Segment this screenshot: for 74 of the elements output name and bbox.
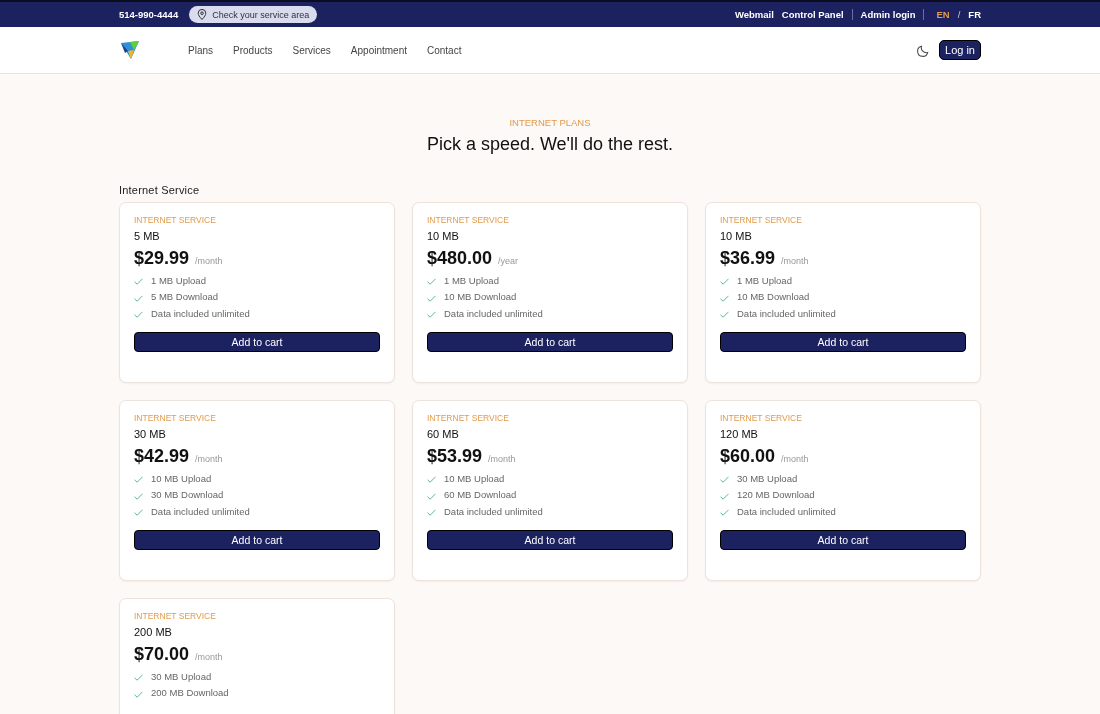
plan-name: 30 MB	[134, 428, 167, 440]
plan-price: $29.99	[134, 248, 190, 269]
plan-name: 120 MB	[720, 428, 759, 440]
price-period: /month	[488, 454, 516, 464]
add-to-cart-button[interactable]: Add to cart	[427, 529, 673, 550]
plan-name: 5 MB	[134, 230, 161, 242]
plan-feature: 30 MB Upload	[151, 670, 212, 682]
plan-category: INTERNET SERVICE	[720, 215, 803, 225]
plan-feature: 200 MB Download	[151, 687, 229, 698]
plan-feature: 10 MB Upload	[151, 472, 212, 484]
login-button[interactable]: Log in	[939, 40, 981, 60]
moon-icon[interactable]	[917, 43, 930, 57]
plan-feature: Data included unlimited	[444, 505, 543, 517]
price-period: /month	[781, 256, 809, 266]
plan-feature: Data included unlimited	[151, 307, 250, 319]
plan-feature: 1 MB Upload	[151, 274, 206, 286]
plan-category: INTERNET SERVICE	[134, 413, 217, 423]
language-separator: /	[957, 9, 961, 20]
top-link[interactable]: Webmail	[730, 9, 778, 20]
plan-feature: 10 MB Upload	[444, 472, 505, 484]
section-title: Internet Service	[119, 184, 201, 196]
price-period: /month	[781, 454, 809, 464]
phone-number: 514-990-4444	[119, 9, 179, 20]
plan-feature: Data included unlimited	[737, 505, 836, 517]
plan-price: $70.00	[134, 644, 190, 665]
plan-name: 10 MB	[427, 230, 460, 242]
nav-link[interactable]: Appointment	[350, 44, 407, 56]
price-period: /month	[195, 652, 223, 662]
plan-feature: 120 MB Download	[737, 489, 815, 500]
plan-name: 200 MB	[134, 626, 173, 638]
plan-feature: Data included unlimited	[151, 505, 250, 517]
price-period: /month	[195, 256, 223, 266]
plan-category: INTERNET SERVICE	[427, 215, 510, 225]
plan-feature: 10 MB Download	[444, 291, 517, 302]
language-link[interactable]: FR	[968, 9, 981, 20]
plan-feature: 10 MB Download	[737, 291, 810, 302]
plan-feature: 30 MB Download	[151, 489, 224, 500]
nav-link[interactable]: Plans	[188, 44, 213, 56]
location-pin-icon	[197, 9, 208, 20]
plan-feature: Data included unlimited	[737, 307, 836, 319]
plan-category: INTERNET SERVICE	[134, 611, 217, 621]
plan-feature: 60 MB Download	[444, 489, 517, 500]
plan-category: INTERNET SERVICE	[720, 413, 803, 423]
plan-price: $53.99	[427, 446, 483, 467]
plan-price: $60.00	[720, 446, 776, 467]
plan-name: 60 MB	[427, 428, 460, 440]
top-link[interactable]: Admin login	[851, 9, 920, 20]
top-link[interactable]: Control Panel	[777, 9, 848, 20]
page-heading: Pick a speed. We'll do the rest.	[425, 134, 675, 155]
add-to-cart-button[interactable]: Add to cart	[720, 331, 966, 352]
plan-feature: Data included unlimited	[444, 307, 543, 319]
plan-price: $480.00	[427, 248, 493, 269]
plan-price: $36.99	[720, 248, 776, 269]
nav-link[interactable]: Services	[292, 44, 331, 56]
plan-feature: 5 MB Download	[151, 291, 219, 302]
add-to-cart-button[interactable]: Add to cart	[134, 529, 380, 550]
plan-category: INTERNET SERVICE	[134, 215, 217, 225]
add-to-cart-button[interactable]: Add to cart	[720, 529, 966, 550]
nav-link[interactable]: Products	[233, 44, 273, 56]
language-link[interactable]: EN	[936, 9, 950, 20]
add-to-cart-button[interactable]: Add to cart	[134, 331, 380, 352]
nav-link[interactable]: Contact	[427, 44, 462, 56]
plan-feature: 1 MB Upload	[737, 274, 792, 286]
plan-feature: 1 MB Upload	[444, 274, 499, 286]
service-area-button[interactable]: Check your service area	[189, 6, 318, 23]
add-to-cart-button[interactable]: Add to cart	[427, 331, 673, 352]
plan-category: INTERNET SERVICE	[427, 413, 510, 423]
plan-price: $42.99	[134, 446, 190, 467]
plan-name: 10 MB	[720, 230, 753, 242]
price-period: /month	[195, 454, 223, 464]
section-eyebrow: INTERNET PLANS	[508, 117, 592, 128]
logo-icon[interactable]	[119, 39, 141, 61]
price-period: /year	[498, 256, 519, 266]
plan-feature: 30 MB Upload	[737, 472, 798, 484]
